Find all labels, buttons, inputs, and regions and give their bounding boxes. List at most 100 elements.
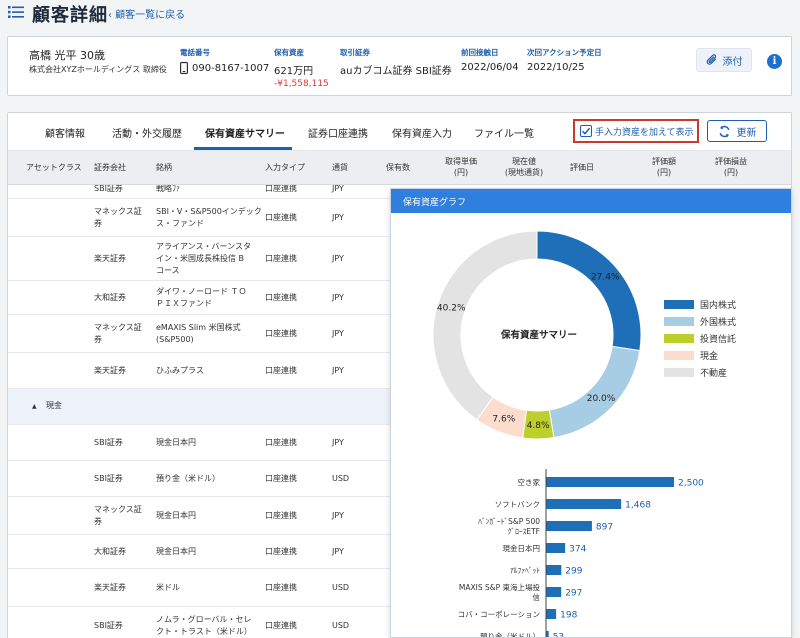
- bar-2[interactable]: [546, 521, 592, 531]
- include-manual-assets-label: 手入力資産を加えて表示: [595, 127, 694, 138]
- donut-slice-label-1: 20.0%: [587, 394, 616, 404]
- row-broker: 大和証券: [94, 293, 126, 302]
- active-tab-indicator: [194, 147, 292, 150]
- broker-label: 取引証券: [340, 48, 370, 57]
- bar-value-label: 198: [560, 611, 577, 621]
- next-action-label: 次回アクション予定日: [527, 48, 602, 57]
- refresh-button[interactable]: 更新: [707, 120, 767, 142]
- bar-category-label: MAXIS S&P 東海上場投: [459, 582, 541, 592]
- tab-file-list[interactable]: ファイル一覧: [474, 125, 534, 140]
- row-currency: USD: [332, 474, 350, 483]
- bar-4[interactable]: [546, 565, 562, 575]
- asset-bar-chart: 空き家 2,500 ソフトバンク 1,468 ﾊﾞﾝｶﾞｰﾄﾞS&P 500ｸﾞﾛｰｽE…: [458, 469, 704, 638]
- row-broker: マネックス証券: [94, 505, 142, 526]
- col-cost: 取得単価 (円): [436, 156, 486, 178]
- row-security-name: eMAXIS Slim 米国株式 (S&P500): [156, 323, 241, 344]
- list-menu-icon[interactable]: [8, 5, 24, 19]
- phone-number[interactable]: 090-8167-1007: [192, 63, 269, 74]
- refresh-label: 更新: [736, 127, 757, 139]
- row-input-type: 口座連携: [265, 213, 297, 222]
- bar-value-label: 1,468: [625, 501, 651, 511]
- back-to-customer-list-link[interactable]: ‹ 顧客一覧に戻る: [108, 6, 185, 21]
- asset-chart-panel: 保有資産グラフ 27.4% 20.0% 4.8% 7.6% 40.2% 保有資産サマリー …: [390, 188, 792, 638]
- legend-item[interactable]: 国内株式: [664, 296, 736, 313]
- bar-3[interactable]: [546, 543, 566, 553]
- tab-bar: 顧客情報 活動・外交履歴 保有資産サマリー 証券口座連携 保有資産入力 ファイル…: [8, 113, 791, 151]
- row-broker: 大和証券: [94, 547, 126, 556]
- legend-label: 外国株式: [700, 318, 737, 328]
- col-pnl: 評価損益 (円): [705, 156, 757, 178]
- row-broker: マネックス証券: [94, 207, 142, 228]
- legend-item[interactable]: 投資信託: [664, 330, 736, 347]
- col-security: 銘柄: [156, 163, 172, 172]
- row-input-type: 口座連携: [265, 254, 297, 263]
- include-manual-assets-checkbox[interactable]: [580, 125, 592, 137]
- row-input-type: 口座連携: [265, 185, 297, 193]
- legend-label: 不動産: [700, 369, 728, 379]
- bar-category-label: 空き家: [518, 477, 541, 487]
- customer-name: 高橋 光平 30歳: [29, 49, 105, 62]
- legend-swatch: [664, 351, 694, 360]
- row-broker: 楽天証券: [94, 583, 126, 592]
- bar-value-label: 53: [553, 633, 564, 638]
- chart-panel-header: 保有資産グラフ: [391, 189, 791, 213]
- donut-slice-4[interactable]: [432, 230, 538, 421]
- phone-info: 電話番号 090-8167-1007: [180, 47, 269, 74]
- bar-1[interactable]: [546, 499, 622, 509]
- row-currency: JPY: [332, 511, 344, 520]
- donut-slice-label-0: 27.4%: [591, 272, 620, 282]
- row-input-type: 口座連携: [265, 329, 297, 338]
- tab-asset-input[interactable]: 保有資産入力: [392, 125, 452, 140]
- row-broker: マネックス証券: [94, 323, 142, 344]
- bar-6[interactable]: [546, 609, 557, 619]
- row-currency: JPY: [332, 213, 344, 222]
- legend-item[interactable]: 不動産: [664, 364, 736, 381]
- row-security-name: 現金日本円: [156, 547, 196, 556]
- row-input-type: 口座連携: [265, 583, 297, 592]
- bar-value-label: 897: [596, 523, 613, 533]
- row-input-type: 口座連携: [265, 547, 297, 556]
- bar-category-label: 信: [533, 592, 541, 602]
- include-manual-assets-toggle[interactable]: 手入力資産を加えて表示: [573, 119, 699, 143]
- col-price-line2: (現地通貨): [504, 168, 544, 177]
- tab-activity-history[interactable]: 活動・外交履歴: [112, 125, 182, 140]
- checkmark-icon: [581, 127, 591, 135]
- customer-summary-card: 高橋 光平 30歳 株式会社XYZホールディングス 取締役 電話番号 090-8…: [7, 36, 792, 96]
- attach-button[interactable]: 添付: [696, 48, 752, 72]
- donut-slice-1[interactable]: [548, 345, 641, 439]
- col-value-line2: (円): [656, 168, 672, 177]
- bar-category-label: ｸﾞﾛｰｽETF: [508, 527, 540, 536]
- row-currency: JPY: [332, 329, 344, 338]
- row-security-name: ひふみプラス: [156, 366, 204, 375]
- donut-slice-label-3: 7.6%: [492, 415, 515, 425]
- refresh-icon: [719, 125, 729, 137]
- row-input-type: 口座連携: [265, 293, 297, 302]
- legend-item[interactable]: 外国株式: [664, 313, 736, 330]
- row-security-name: 現金日本円: [156, 511, 196, 520]
- donut-slice-label-4: 40.2%: [437, 304, 466, 314]
- info-icon[interactable]: i: [767, 54, 782, 69]
- assets-info: 保有資産 621万円 -¥1,558,115: [274, 47, 329, 89]
- row-security-name: ダイワ・ノーロード ＴＯ ＰＩＸファンド: [156, 287, 247, 308]
- page-header: 顧客詳細 ‹ 顧客一覧に戻る: [0, 0, 800, 28]
- legend-item[interactable]: 現金: [664, 347, 736, 364]
- col-input-type: 入力タイプ: [265, 163, 305, 172]
- row-currency: JPY: [332, 547, 344, 556]
- row-currency: JPY: [332, 366, 344, 375]
- assets-change: -¥1,558,115: [274, 79, 329, 89]
- last-contact-label: 前回接触日: [461, 48, 499, 57]
- tab-securities-link[interactable]: 証券口座連携: [308, 125, 368, 140]
- donut-legend: 国内株式外国株式投資信託 現金不動産: [664, 296, 736, 381]
- col-cost-line1: 取得単価: [445, 157, 477, 166]
- tab-customer-info[interactable]: 顧客情報: [45, 125, 85, 140]
- bar-5[interactable]: [546, 587, 562, 597]
- bar-0[interactable]: [546, 477, 674, 487]
- legend-swatch: [664, 368, 694, 377]
- bar-value-label: 374: [569, 545, 586, 555]
- legend-swatch: [664, 317, 694, 326]
- row-input-type: 口座連携: [265, 438, 297, 447]
- tab-asset-summary[interactable]: 保有資産サマリー: [205, 125, 285, 140]
- row-currency: JPY: [332, 293, 344, 302]
- phone-label: 電話番号: [180, 48, 210, 57]
- collapse-caret-icon[interactable]: ▲: [32, 401, 37, 413]
